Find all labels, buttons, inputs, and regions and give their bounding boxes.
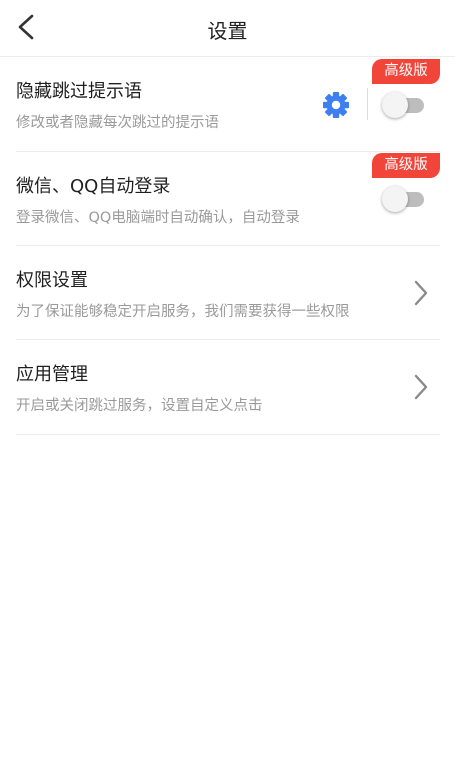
auto-login-toggle[interactable] bbox=[382, 186, 426, 212]
page-title: 设置 bbox=[207, 19, 248, 43]
chevron-right-icon bbox=[411, 278, 431, 308]
app-header: 设置 bbox=[0, 0, 455, 57]
gear-settings-button[interactable] bbox=[322, 91, 350, 119]
row-subtitle: 登录微信、QQ电脑端时自动确认，自动登录 bbox=[16, 210, 300, 226]
setting-row-app-management[interactable]: 应用管理 开启或关闭跳过服务，设置自定义点击 bbox=[16, 340, 440, 435]
hide-tip-toggle[interactable] bbox=[382, 92, 426, 118]
setting-row-auto-login[interactable]: 高级版 微信、QQ自动登录 登录微信、QQ电脑端时自动确认，自动登录 bbox=[16, 152, 440, 246]
gear-icon bbox=[323, 92, 349, 118]
chevron-right-icon bbox=[411, 372, 431, 402]
setting-row-hide-skip-tip[interactable]: 高级版 隐藏跳过提示语 修改或者隐藏每次跳过的提示语 bbox=[16, 57, 440, 152]
row-title: 应用管理 bbox=[16, 364, 88, 385]
premium-badge: 高级版 bbox=[372, 153, 440, 178]
toggle-knob bbox=[382, 186, 408, 212]
setting-row-permissions[interactable]: 权限设置 为了保证能够稳定开启服务，我们需要获得一些权限 bbox=[16, 246, 440, 340]
premium-badge: 高级版 bbox=[372, 59, 440, 84]
row-subtitle: 为了保证能够稳定开启服务，我们需要获得一些权限 bbox=[16, 304, 350, 320]
toggle-knob bbox=[382, 92, 408, 118]
row-title: 隐藏跳过提示语 bbox=[16, 81, 142, 102]
row-title: 权限设置 bbox=[16, 270, 88, 291]
vertical-divider bbox=[367, 88, 368, 120]
row-subtitle: 修改或者隐藏每次跳过的提示语 bbox=[16, 115, 219, 131]
row-title: 微信、QQ自动登录 bbox=[16, 176, 171, 197]
row-subtitle: 开启或关闭跳过服务，设置自定义点击 bbox=[16, 398, 263, 414]
